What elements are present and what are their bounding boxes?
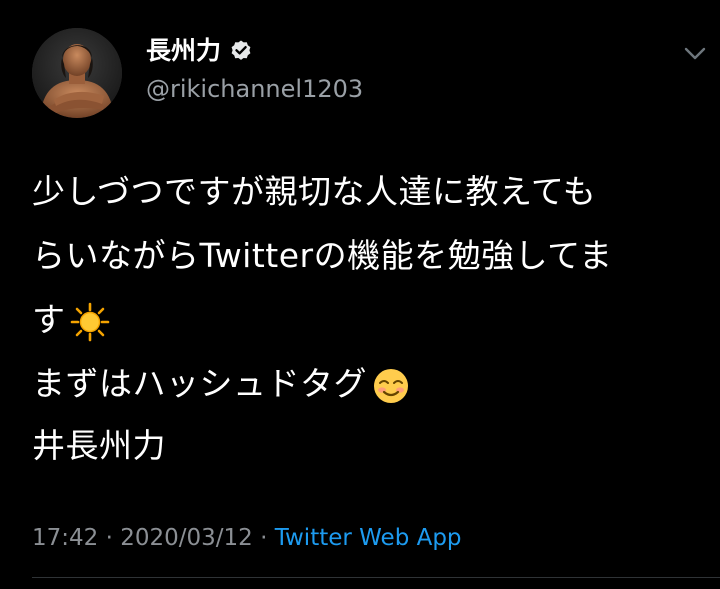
- tweet-body-line: 少しづつですが親切な人達に教えても: [32, 172, 597, 211]
- verified-badge-icon: [229, 39, 253, 63]
- tweet-container: 長州力 @rikichannel1203 少しづつですが親切な人達に教えても ら…: [0, 0, 720, 589]
- tweet-time[interactable]: 17:42: [32, 525, 98, 551]
- hashtag-text: 井長州力: [32, 426, 166, 465]
- smiling-face-emoji: [371, 363, 411, 403]
- tweet-date[interactable]: 2020/03/12: [120, 525, 253, 551]
- display-name[interactable]: 長州力: [146, 36, 221, 66]
- sun-emoji: [70, 299, 110, 341]
- name-row: 長州力: [146, 36, 660, 66]
- user-avatar[interactable]: [32, 28, 122, 118]
- tweet-body: 少しづつですが親切な人達に教えても らいながらTwitterの機能を勉強してま …: [32, 160, 702, 416]
- avatar-image: [32, 28, 122, 118]
- divider: [32, 577, 720, 578]
- tweet-body-text: す: [32, 300, 66, 339]
- tweet-body-text: まずはハッシュドタグ: [32, 364, 367, 403]
- meta-separator: ·: [252, 525, 275, 551]
- tweet-meta: 17:42 · 2020/03/12 · Twitter Web App: [32, 520, 462, 556]
- user-handle[interactable]: @rikichannel1203: [146, 74, 660, 104]
- meta-separator: ·: [98, 525, 121, 551]
- tweet-header: 長州力 @rikichannel1203: [146, 36, 660, 104]
- tweet-source-link[interactable]: Twitter Web App: [275, 525, 462, 551]
- tweet-body-line: らいながらTwitterの機能を勉強してま: [32, 236, 613, 275]
- chevron-down-icon[interactable]: [684, 46, 706, 60]
- tweet-body-line-with-emoji: まずはハッシュドタグ: [32, 352, 702, 416]
- tweet-body-line-with-emoji: す: [32, 288, 702, 352]
